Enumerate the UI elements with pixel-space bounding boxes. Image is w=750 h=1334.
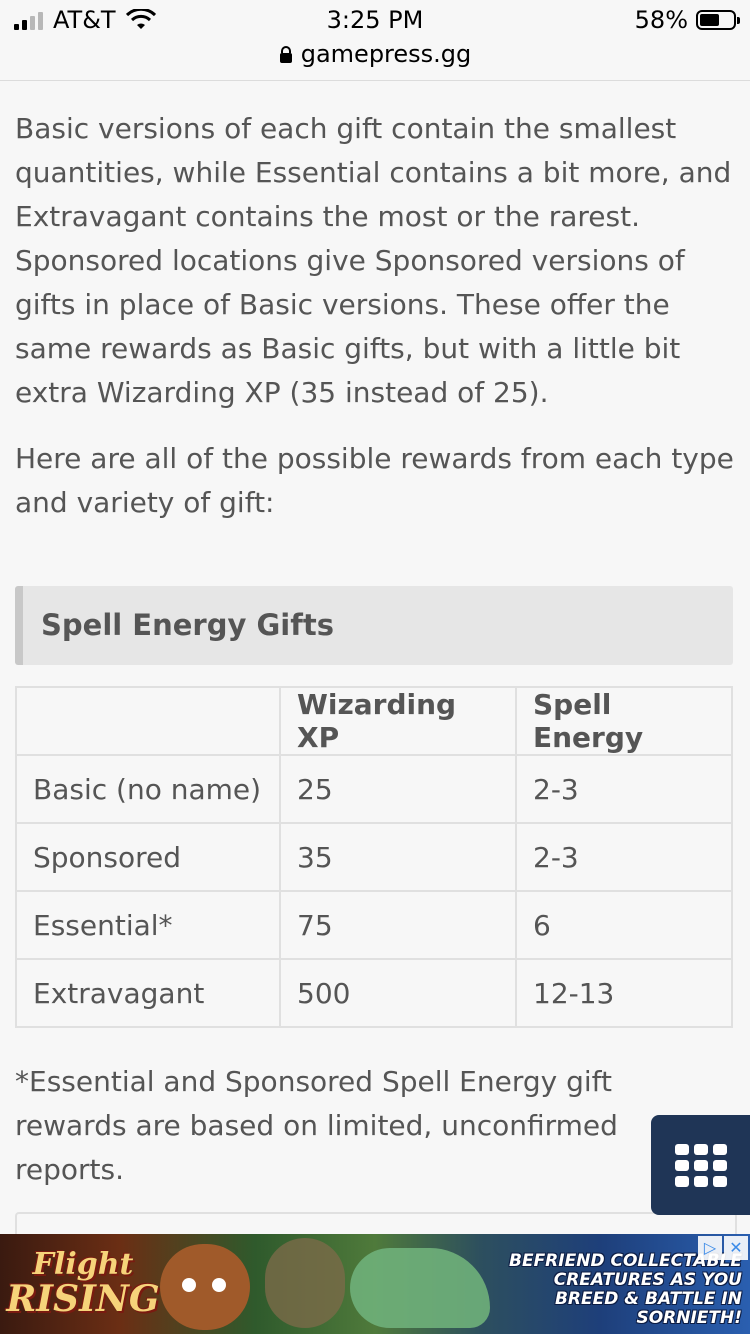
table-cell: 2-3 [515, 822, 733, 892]
ad-logo-line2: RISING [6, 1278, 160, 1320]
table-header-cell: Wizarding XP [279, 686, 517, 756]
table-cell: 12-13 [515, 958, 733, 1028]
adchoices-icon[interactable]: ▷ [698, 1236, 722, 1260]
ad-creature-illustration [265, 1238, 345, 1328]
battery-icon [696, 10, 740, 30]
battery-fill [700, 14, 719, 26]
grid-menu-icon [674, 1143, 727, 1187]
address-bar[interactable]: gamepress.gg [0, 40, 750, 68]
ad-dragon-illustration [350, 1248, 490, 1328]
table-row: Extravagant 500 12-13 [15, 958, 733, 1028]
section-header: Spell Energy Gifts [15, 586, 733, 665]
table-cell: Extravagant [15, 958, 281, 1028]
table-cell: 2-3 [515, 754, 733, 824]
table-header-cell: Spell Energy [515, 686, 733, 756]
ad-logo-line1: Flight [32, 1247, 134, 1282]
ad-tagline: Befriend collectable creatures as you br… [509, 1251, 742, 1328]
section-title: Spell Energy Gifts [41, 608, 334, 642]
ad-logo: Flight RISING [6, 1238, 160, 1330]
table-cell: 35 [279, 822, 517, 892]
table-cell: 75 [279, 890, 517, 960]
table-header-cell [15, 686, 281, 756]
table-cell: Sponsored [15, 822, 281, 892]
table-row: Basic (no name) 25 2-3 [15, 754, 733, 824]
table-cell: 6 [515, 890, 733, 960]
menu-button[interactable] [651, 1115, 750, 1215]
rewards-table: Wizarding XP Spell Energy Basic (no name… [15, 686, 733, 1028]
lock-icon [279, 45, 292, 63]
table-header-row: Wizarding XP Spell Energy [15, 686, 733, 756]
footnote: *Essential and Sponsored Spell Energy gi… [15, 1065, 618, 1186]
ad-banner[interactable]: Flight RISING Befriend collectable creat… [0, 1234, 750, 1334]
table-cell: Essential* [15, 890, 281, 960]
battery-percentage: 58% [634, 6, 688, 34]
table-cell: Basic (no name) [15, 754, 281, 824]
table-row: Essential* 75 6 [15, 890, 733, 960]
browser-status-bar: AT&T 3:25 PM 58% gamepress.gg [0, 0, 750, 81]
table-cell: 500 [279, 958, 517, 1028]
status-right: 58% [634, 6, 740, 34]
table-row: Sponsored 35 2-3 [15, 822, 733, 892]
ad-close-icon[interactable]: ✕ [724, 1236, 748, 1260]
intro-paragraph: Basic versions of each gift contain the … [15, 112, 732, 409]
table-cell: 25 [279, 754, 517, 824]
ad-controls: ▷ ✕ [698, 1236, 748, 1260]
ad-monkey-illustration [160, 1244, 250, 1330]
rewards-intro-paragraph: Here are all of the possible rewards fro… [15, 442, 734, 519]
url-text[interactable]: gamepress.gg [301, 40, 472, 68]
article-content: Basic versions of each gift contain the … [15, 80, 735, 525]
